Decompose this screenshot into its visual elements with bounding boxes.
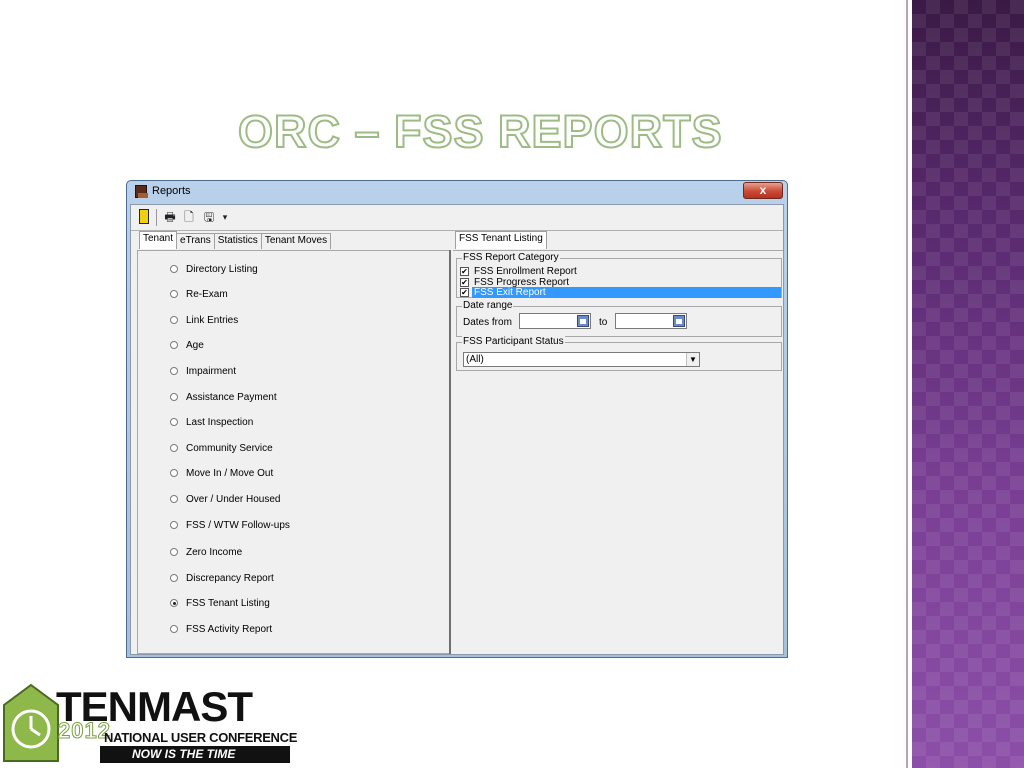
radio-label: Discrepancy Report — [186, 572, 274, 584]
radio-age[interactable]: Age — [170, 338, 204, 352]
to-label: to — [599, 317, 608, 328]
radio-label: Re-Exam — [186, 288, 228, 300]
slide-title: ORC – FSS REPORTS — [237, 105, 723, 158]
window-title: Reports — [152, 185, 191, 197]
radio-label: Assistance Payment — [186, 391, 277, 403]
radio-icon[interactable] — [170, 574, 178, 582]
radio-icon[interactable] — [170, 625, 178, 633]
checkbox-check-icon[interactable]: ✔ — [460, 288, 469, 297]
radio-label: Age — [186, 339, 204, 351]
toolbar: 🖶 🗋 🖫 ▾ — [131, 205, 783, 231]
export-icon[interactable]: 🖫 — [202, 209, 216, 225]
page-icon[interactable]: 🗋 — [183, 209, 195, 225]
radio-icon[interactable] — [170, 469, 178, 477]
radio-label: FSS Tenant Listing — [186, 597, 270, 609]
radio-last-inspection[interactable]: Last Inspection — [170, 415, 253, 429]
fss-participant-status-group: FSS Participant Status (All) ▼ — [456, 336, 782, 371]
logo-conference: NATIONAL USER CONFERENCE — [104, 730, 298, 745]
logo-tagline: NOW IS THE TIME — [100, 746, 290, 763]
side-divider-line — [906, 0, 908, 768]
radio-discrepancy-report[interactable]: Discrepancy Report — [170, 571, 274, 585]
radio-icon[interactable] — [170, 265, 178, 273]
date-from-input[interactable] — [519, 313, 591, 329]
date-range-group: Date range Dates from to — [456, 300, 782, 337]
radio-icon[interactable] — [170, 341, 178, 349]
logo-year: 2012 — [58, 718, 111, 744]
radio-label: Zero Income — [186, 546, 243, 558]
close-button[interactable]: x — [743, 182, 783, 199]
checkbox-label: FSS Exit Report — [472, 287, 781, 298]
checkbox-fss-enrollment-report[interactable]: ✔ FSS Enrollment Report — [460, 266, 781, 277]
toolbar-separator — [156, 209, 157, 226]
radio-selected-icon[interactable] — [170, 599, 178, 607]
radio-label: Impairment — [186, 365, 237, 377]
radio-label: FSS Activity Report — [186, 623, 273, 635]
radio-assistance-payment[interactable]: Assistance Payment — [170, 390, 277, 404]
dates-from-label: Dates from — [463, 317, 512, 328]
report-type-tabs: Tenant eTrans Statistics Tenant Moves — [139, 231, 332, 249]
report-options-panel: FSS Report Category ✔ FSS Enrollment Repo… — [453, 250, 783, 654]
calendar-icon[interactable] — [577, 315, 589, 327]
radio-icon[interactable] — [170, 521, 178, 529]
checkbox-fss-exit-report[interactable]: ✔ FSS Exit Report — [460, 287, 781, 298]
radio-icon[interactable] — [170, 367, 178, 375]
radio-impairment[interactable]: Impairment — [170, 364, 236, 378]
radio-icon[interactable] — [170, 418, 178, 426]
checkbox-label: FSS Enrollment Report — [474, 266, 577, 277]
radio-over-under-housed[interactable]: Over / Under Housed — [170, 492, 281, 506]
window-titlebar[interactable]: Reports x — [127, 181, 787, 203]
tenmast-conference-logo: TENMAST 2012 NATIONAL USER CONFERENCE NO… — [0, 683, 298, 765]
radio-fss-activity-report[interactable]: FSS Activity Report — [170, 622, 272, 636]
tab-fss-tenant-listing[interactable]: FSS Tenant Listing — [455, 231, 547, 249]
group-legend: Date range — [462, 300, 514, 312]
checkbox-check-icon[interactable]: ✔ — [460, 267, 469, 276]
radio-icon[interactable] — [170, 548, 178, 556]
chevron-down-icon[interactable]: ▾ — [221, 209, 229, 225]
radio-icon[interactable] — [170, 495, 178, 503]
tab-etrans[interactable]: eTrans — [176, 233, 215, 249]
print-icon[interactable]: 🖶 — [163, 209, 177, 225]
checkbox-check-icon[interactable]: ✔ — [460, 278, 469, 287]
participant-status-value: (All) — [466, 354, 484, 365]
radio-label: Link Entries — [186, 314, 239, 326]
chevron-down-icon[interactable]: ▼ — [686, 353, 699, 366]
radio-label: FSS / WTW Follow-ups — [186, 519, 290, 531]
tab-statistics[interactable]: Statistics — [213, 233, 262, 249]
radio-move-in-move-out[interactable]: Move In / Move Out — [170, 466, 273, 480]
radio-icon[interactable] — [170, 290, 178, 298]
app-icon — [135, 185, 148, 198]
radio-link-entries[interactable]: Link Entries — [170, 313, 238, 327]
window-client-area: 🖶 🗋 🖫 ▾ Tenant eTrans Statistics Tenant … — [130, 204, 784, 655]
radio-label: Directory Listing — [186, 263, 258, 275]
tab-tenant-moves[interactable]: Tenant Moves — [260, 233, 332, 249]
report-list-panel: Directory Listing Re-Exam Link Entries A… — [137, 250, 451, 654]
radio-directory-listing[interactable]: Directory Listing — [170, 262, 258, 276]
radio-label: Community Service — [186, 442, 273, 454]
panel-splitter[interactable] — [449, 250, 451, 654]
radio-icon[interactable] — [170, 316, 178, 324]
radio-label: Move In / Move Out — [186, 467, 274, 479]
group-legend: FSS Participant Status — [462, 336, 565, 348]
reports-window: Reports x 🖶 🗋 🖫 ▾ Tenant eTrans Statisti… — [126, 180, 788, 658]
exit-door-icon[interactable] — [139, 209, 149, 224]
radio-fss-wtw-follow-ups[interactable]: FSS / WTW Follow-ups — [170, 518, 290, 532]
fss-report-category-group: FSS Report Category ✔ FSS Enrollment Repo… — [456, 252, 782, 298]
house-badge-icon — [3, 683, 59, 762]
radio-icon[interactable] — [170, 444, 178, 452]
radio-icon[interactable] — [170, 393, 178, 401]
decorative-side-band — [912, 0, 1024, 768]
radio-label: Last Inspection — [186, 416, 254, 428]
tab-tenant[interactable]: Tenant — [139, 231, 178, 249]
radio-re-exam[interactable]: Re-Exam — [170, 287, 228, 301]
radio-label: Over / Under Housed — [186, 493, 281, 505]
radio-fss-tenant-listing[interactable]: FSS Tenant Listing — [170, 596, 270, 610]
radio-zero-income[interactable]: Zero Income — [170, 545, 242, 559]
participant-status-select[interactable]: (All) ▼ — [463, 352, 700, 367]
calendar-icon[interactable] — [673, 315, 685, 327]
group-legend: FSS Report Category — [462, 252, 560, 264]
date-to-input[interactable] — [615, 313, 687, 329]
report-options-tabs: FSS Tenant Listing — [455, 231, 547, 249]
radio-community-service[interactable]: Community Service — [170, 441, 273, 455]
